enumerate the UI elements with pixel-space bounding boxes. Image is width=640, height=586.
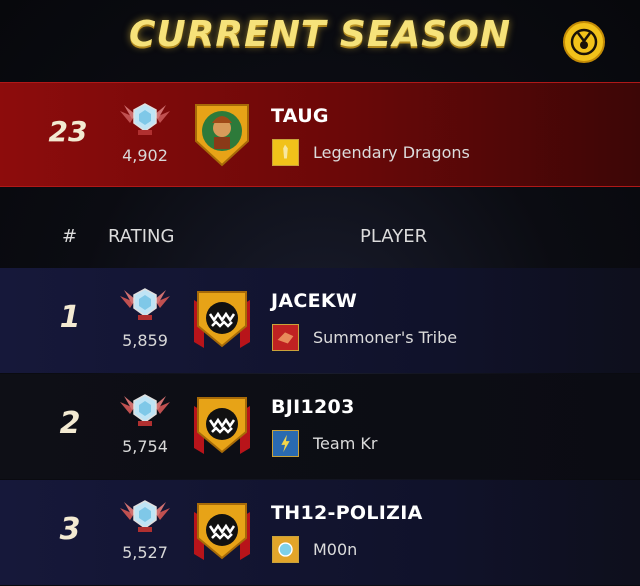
rating-value: 5,859 (122, 331, 168, 350)
leaderboard-row[interactable]: 2 5,754 BJI1203 Team Kr (0, 374, 640, 479)
player-name[interactable]: JACEKW (271, 290, 357, 312)
league-badge-icon (120, 394, 170, 426)
guild-name[interactable]: Summoner's Tribe (313, 328, 457, 347)
league-badge-icon (120, 288, 170, 320)
rank-number: 3 (59, 512, 81, 547)
page-title: CURRENT SEASON (129, 14, 511, 55)
player-name[interactable]: TAUG (271, 105, 329, 127)
rating-value: 5,527 (122, 543, 168, 562)
rating-value: 5,754 (122, 437, 168, 456)
monster-avatar-icon (194, 503, 250, 560)
guild-name[interactable]: Team Kr (313, 434, 377, 453)
rating-value: 4,902 (122, 146, 168, 165)
medal-button[interactable] (563, 21, 605, 63)
leaderboard-row[interactable]: 3 5,527 TH12-POLIZIA M00n (0, 480, 640, 585)
header: CURRENT SEASON (0, 0, 640, 80)
guild-name[interactable]: M00n (313, 540, 357, 559)
column-header-rating: RATING (108, 226, 175, 247)
league-badge-icon (120, 500, 170, 532)
medal-icon (570, 28, 598, 56)
column-header-player: PLAYER (360, 226, 428, 247)
leaderboard-screen: CURRENT SEASON 23 4,902 TAUG Legendary D… (0, 0, 640, 586)
league-badge-icon (120, 103, 170, 135)
leaderboard-row[interactable]: 1 5,859 JACEKW Summoner's Tribe (0, 268, 640, 373)
guild-banner-icon (272, 139, 299, 166)
rank-number: 2 (59, 406, 81, 441)
guild-banner-icon (272, 536, 299, 563)
player-name[interactable]: TH12-POLIZIA (271, 502, 423, 524)
warrior-avatar-icon (195, 104, 249, 167)
monster-avatar-icon (194, 397, 250, 454)
monster-avatar-icon (194, 291, 250, 348)
guild-banner-icon (272, 324, 299, 351)
column-header-rank: # (62, 226, 78, 247)
my-rank-row[interactable]: 23 4,902 TAUG Legendary Dragons (0, 82, 640, 187)
guild-name[interactable]: Legendary Dragons (313, 143, 470, 162)
rank-number: 23 (48, 115, 88, 148)
guild-banner-icon (272, 430, 299, 457)
player-name[interactable]: BJI1203 (271, 396, 355, 418)
rank-number: 1 (59, 300, 81, 335)
